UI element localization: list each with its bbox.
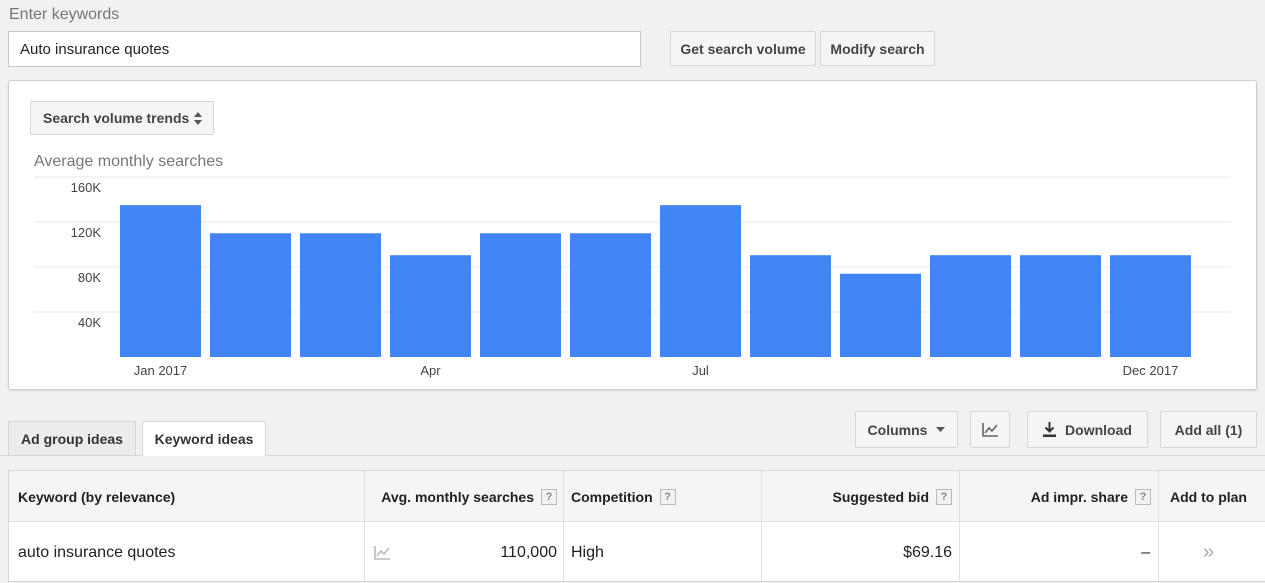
header-impr-label: Ad impr. share [1030,488,1128,505]
bar-aug-2017[interactable] [750,255,831,357]
line-chart-icon[interactable] [374,545,391,560]
y-tick-label: 40K [78,315,101,330]
avg-searches-value: 110,000 [500,543,557,561]
header-suggested-bid[interactable]: Suggested bid ? [762,471,952,522]
x-tick-label: Jan 2017 [134,363,188,378]
cell-competition: High [571,543,604,561]
bar-oct-2017[interactable] [930,255,1011,357]
bar-nov-2017[interactable] [1020,255,1101,357]
keyword-input[interactable] [8,31,641,67]
keyword-field-label: Enter keywords [9,6,120,23]
bar-jul-2017[interactable] [660,205,741,357]
bar-jan-2017[interactable] [120,205,201,357]
y-tick-label: 160K [71,180,102,195]
chart-panel: Search volume trends Average monthly sea… [8,80,1257,390]
help-icon[interactable]: ? [541,488,557,505]
columns-button-label: Columns [867,421,928,438]
help-icon[interactable]: ? [1135,488,1151,505]
header-ad-impr-share[interactable]: Ad impr. share ? [960,471,1151,522]
header-add-to-plan: Add to plan [1170,488,1247,505]
modify-search-button[interactable]: Modify search [820,31,935,66]
header-avg-label: Avg. monthly searches [381,488,534,505]
header-avg-monthly-searches[interactable]: Avg. monthly searches ? [365,471,557,522]
bar-feb-2017[interactable] [210,233,291,357]
cell-ad-impr-share: – [1141,543,1150,561]
help-icon[interactable]: ? [659,488,676,505]
columns-button[interactable]: Columns [855,411,958,448]
cell-avg-monthly-searches: 110,000 [365,522,557,583]
bar-apr-2017[interactable] [390,255,471,357]
bar-may-2017[interactable] [480,233,561,357]
bar-dec-2017[interactable] [1110,255,1191,357]
x-tick-label: Jul [692,363,709,378]
cell-keyword: auto insurance quotes [18,543,176,561]
line-chart-icon [981,423,998,437]
header-bid-label: Suggested bid [832,488,929,505]
bar-jun-2017[interactable] [570,233,651,357]
bar-sep-2017[interactable] [840,273,921,357]
x-tick-label: Dec 2017 [1123,363,1179,378]
header-competition-label: Competition [571,488,653,505]
keyword-ideas-table: Keyword (by relevance) Avg. monthly sear… [8,470,1265,583]
download-icon [1043,422,1057,437]
download-button-label: Download [1065,421,1132,438]
tab-keyword-ideas[interactable]: Keyword ideas [142,421,266,456]
graph-toggle-button[interactable] [970,411,1010,448]
help-icon[interactable]: ? [936,488,952,505]
header-keyword-label: Keyword (by relevance) [18,488,176,505]
header-keyword[interactable]: Keyword (by relevance) [18,471,358,522]
add-all-button[interactable]: Add all (1) [1160,411,1257,448]
cell-suggested-bid: $69.16 [903,543,952,561]
bar-chart: 40K 80K 120K 160K Jan 2017 Apr Jul Dec 2017 [34,176,1231,378]
bar-mar-2017[interactable] [300,233,381,357]
download-button[interactable]: Download [1027,411,1148,448]
double-chevron-right-icon[interactable]: » [1159,522,1258,583]
x-tick-label: Apr [420,363,441,378]
tab-ad-group-ideas[interactable]: Ad group ideas [8,421,136,456]
header-competition[interactable]: Competition ? [571,471,756,522]
get-search-volume-button[interactable]: Get search volume [670,31,816,66]
y-tick-label: 80K [78,270,101,285]
column-divider [563,471,564,583]
caret-down-icon [936,427,946,432]
y-tick-label: 120K [71,225,102,240]
